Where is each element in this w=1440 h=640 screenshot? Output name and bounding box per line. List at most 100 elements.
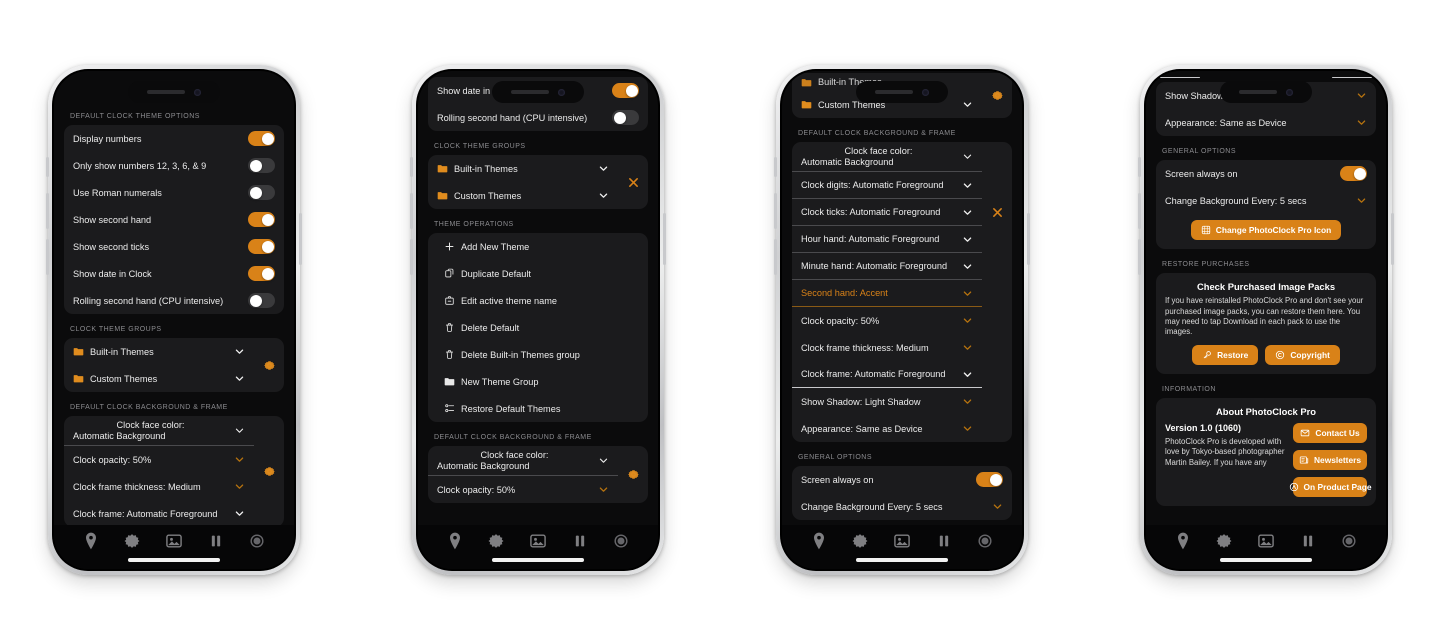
chevron-down-icon[interactable]: [962, 207, 973, 218]
chevron-down-icon[interactable]: [234, 346, 245, 357]
chevron-down-icon[interactable]: [234, 425, 245, 436]
pause-icon[interactable]: [1298, 531, 1318, 551]
tab-bar-3[interactable]: [782, 525, 1022, 569]
group-row-custom-themes[interactable]: Custom Themes: [428, 182, 618, 209]
operation-row-duplicate-default[interactable]: Duplicate Default: [428, 260, 648, 287]
only-show-numbers-toggle[interactable]: [248, 158, 275, 173]
chevron-down-icon[interactable]: [1356, 90, 1367, 101]
toggle-row-only-show-numbers[interactable]: Only show numbers 12, 3, 6, & 9: [64, 152, 284, 179]
picker-row-clock-frame[interactable]: Clock frame: Automatic Foreground: [64, 500, 254, 527]
picker-row-clock-opacity[interactable]: Clock opacity: 50%: [64, 446, 254, 473]
operation-row-edit-theme-name[interactable]: Edit active theme name: [428, 287, 648, 314]
photo-icon[interactable]: [892, 531, 912, 551]
chevron-down-icon[interactable]: [962, 234, 973, 245]
picker-row-clock-face-color[interactable]: Clock face color: Automatic Background: [792, 142, 982, 172]
chevron-down-icon[interactable]: [962, 315, 973, 326]
volume-down-button[interactable]: [1138, 239, 1141, 275]
record-icon[interactable]: [1339, 531, 1359, 551]
chevron-down-icon[interactable]: [962, 151, 973, 162]
chevron-down-icon[interactable]: [962, 342, 973, 353]
group-row-built-in-themes[interactable]: Built-in Themes: [428, 155, 618, 182]
screen-always-on-toggle[interactable]: [976, 472, 1003, 487]
operation-row-restore-default-themes[interactable]: Restore Default Themes: [428, 395, 648, 422]
toggle-row-screen-always-on[interactable]: Screen always on: [1156, 160, 1376, 187]
volume-down-button[interactable]: [46, 239, 49, 275]
clock-icon[interactable]: [1173, 531, 1193, 551]
gear-icon[interactable]: [122, 531, 142, 551]
chevron-down-icon[interactable]: [962, 99, 973, 110]
chevron-down-icon[interactable]: [1356, 195, 1367, 206]
record-icon[interactable]: [975, 531, 995, 551]
copyright-button[interactable]: Copyright: [1265, 344, 1340, 365]
clock-icon[interactable]: [445, 531, 465, 551]
chevron-down-icon[interactable]: [598, 484, 609, 495]
picker-row-minute-hand[interactable]: Minute hand: Automatic Foreground: [792, 253, 982, 280]
settings-scroll-3[interactable]: Built-in Themes Custom Themes DEFAULT CL…: [782, 71, 1022, 569]
picker-row-change-background[interactable]: Change Background Every: 5 secs: [1156, 187, 1376, 214]
operation-row-new-theme-group[interactable]: New Theme Group: [428, 368, 648, 395]
roman-numerals-toggle[interactable]: [248, 185, 275, 200]
picker-row-clock-face-color[interactable]: Clock face color: Automatic Background: [428, 446, 618, 476]
picker-row-change-background[interactable]: Change Background Every: 5 secs: [792, 493, 1012, 520]
power-button[interactable]: [663, 213, 666, 265]
chevron-down-icon[interactable]: [962, 261, 973, 272]
group-row-built-in-themes[interactable]: Built-in Themes: [64, 338, 254, 365]
toggle-row-show-date[interactable]: Show date in Clock: [64, 260, 284, 287]
display-numbers-toggle[interactable]: [248, 131, 275, 146]
picker-row-appearance[interactable]: Appearance: Same as Device: [1156, 109, 1376, 136]
power-button[interactable]: [1027, 213, 1030, 265]
close-icon[interactable]: [627, 176, 640, 189]
photo-icon[interactable]: [164, 531, 184, 551]
newsletters-button[interactable]: Newsletters: [1293, 449, 1367, 470]
gear-icon[interactable]: [486, 531, 506, 551]
operation-row-delete-group[interactable]: Delete Built-in Themes group: [428, 341, 648, 368]
chevron-down-icon[interactable]: [234, 508, 245, 519]
chevron-down-icon[interactable]: [234, 481, 245, 492]
tab-bar-4[interactable]: [1146, 525, 1386, 569]
clock-icon[interactable]: [809, 531, 829, 551]
picker-row-show-shadow[interactable]: Show Shadow: Light Shadow: [792, 388, 982, 415]
silent-switch[interactable]: [46, 157, 49, 177]
toggle-row-screen-always-on[interactable]: Screen always on: [792, 466, 1012, 493]
picker-row-appearance[interactable]: Appearance: Same as Device: [792, 415, 982, 442]
theme-groups-settings-action[interactable]: [254, 338, 284, 392]
power-button[interactable]: [1391, 213, 1394, 265]
show-date-toggle[interactable]: [248, 266, 275, 281]
volume-up-button[interactable]: [1138, 193, 1141, 229]
chevron-down-icon[interactable]: [1356, 117, 1367, 128]
photo-icon[interactable]: [528, 531, 548, 551]
picker-row-clock-digits[interactable]: Clock digits: Automatic Foreground: [792, 172, 982, 199]
group-row-custom-themes[interactable]: Custom Themes: [64, 365, 254, 392]
silent-switch[interactable]: [774, 157, 777, 177]
record-icon[interactable]: [611, 531, 631, 551]
record-icon[interactable]: [247, 531, 267, 551]
chevron-down-icon[interactable]: [234, 373, 245, 384]
chevron-down-icon[interactable]: [598, 163, 609, 174]
close-icon[interactable]: [991, 206, 1004, 219]
picker-row-clock-face-color[interactable]: Clock face color: Automatic Background: [64, 416, 254, 446]
background-settings-action[interactable]: [254, 416, 284, 527]
picker-row-clock-opacity[interactable]: Clock opacity: 50%: [428, 476, 618, 503]
chevron-down-icon[interactable]: [598, 190, 609, 201]
rolling-second-hand-toggle[interactable]: [248, 293, 275, 308]
tab-bar-1[interactable]: [54, 525, 294, 569]
chevron-down-icon[interactable]: [962, 396, 973, 407]
picker-row-second-hand[interactable]: Second hand: Accent: [792, 280, 982, 307]
toggle-row-roman-numerals[interactable]: Use Roman numerals: [64, 179, 284, 206]
toggle-row-second-ticks[interactable]: Show second ticks: [64, 233, 284, 260]
chevron-down-icon[interactable]: [234, 454, 245, 465]
pause-icon[interactable]: [934, 531, 954, 551]
volume-down-button[interactable]: [774, 239, 777, 275]
toggle-row-rolling-second-hand[interactable]: Rolling second hand (CPU intensive): [64, 287, 284, 314]
theme-groups-close-action[interactable]: [618, 155, 648, 209]
picker-row-frame-thickness[interactable]: Clock frame thickness: Medium: [64, 473, 254, 500]
photo-icon[interactable]: [1256, 531, 1276, 551]
background-close-action[interactable]: [982, 142, 1012, 442]
contact-us-button[interactable]: Contact Us: [1293, 422, 1367, 443]
gear-icon[interactable]: [263, 465, 276, 478]
gear-icon[interactable]: [991, 89, 1004, 102]
toggle-row-display-numbers[interactable]: Display numbers: [64, 125, 284, 152]
picker-row-clock-ticks[interactable]: Clock ticks: Automatic Foreground: [792, 199, 982, 226]
gear-icon[interactable]: [263, 359, 276, 372]
settings-scroll-4[interactable]: Show Shadow: Light Shadow Appearance: Sa…: [1146, 71, 1386, 569]
